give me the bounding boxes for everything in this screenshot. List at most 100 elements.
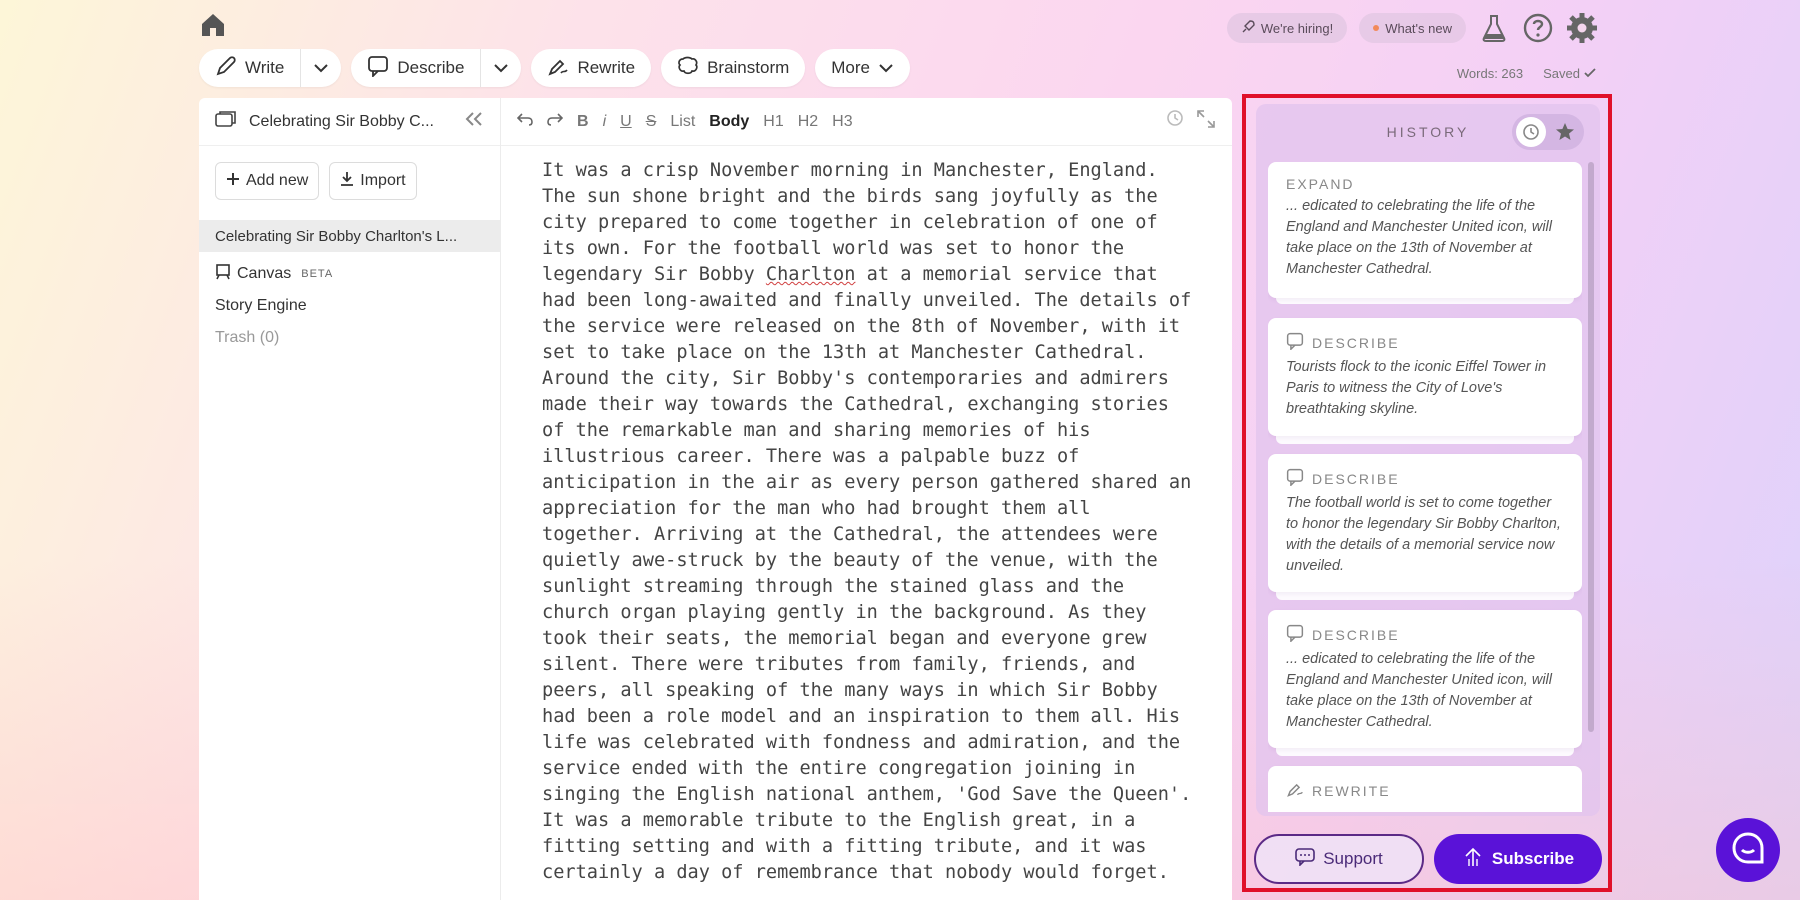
history-card-type-label: REWRITE <box>1312 783 1391 799</box>
support-label: Support <box>1323 849 1383 869</box>
home-icon[interactable] <box>199 12 227 38</box>
history-card[interactable]: DESCRIBE The football world is set to co… <box>1268 454 1582 592</box>
strikethrough-button[interactable]: S <box>646 113 657 131</box>
chat-bubble-icon <box>1731 831 1765 870</box>
history-panel: HISTORY EXPAND ... edicated to celebrati… <box>1256 104 1600 816</box>
rewrite-icon <box>1286 780 1304 801</box>
main-toolbar: Write Describe Rewrite Brainsto <box>199 49 910 87</box>
history-card[interactable]: DESCRIBE ... edicated to celebrating the… <box>1268 610 1582 748</box>
hiring-label: We're hiring! <box>1261 21 1333 36</box>
sidebar-item-story-engine[interactable]: Story Engine <box>199 290 500 322</box>
history-clock-icon[interactable] <box>1516 117 1546 147</box>
history-card-type-label: EXPAND <box>1286 176 1355 192</box>
expand-icon[interactable] <box>1196 109 1216 134</box>
history-card-type-label: DESCRIBE <box>1312 471 1400 487</box>
chevron-down-icon <box>313 58 329 78</box>
sidebar-actions: Add new Import <box>199 146 500 216</box>
rewrite-label: Rewrite <box>577 58 635 78</box>
history-card-type: DESCRIBE <box>1286 624 1564 645</box>
document-status: Words: 263 Saved <box>1457 66 1596 81</box>
more-label: More <box>831 58 870 78</box>
documents-sidebar: Celebrating Sir Bobby C... Add new Impor… <box>199 98 501 900</box>
canvas-icon <box>215 264 231 285</box>
history-card[interactable]: DESCRIBE Tourists flock to the iconic Ei… <box>1268 318 1582 436</box>
rewrite-icon <box>547 55 569 82</box>
speech-bubble-icon <box>367 55 389 82</box>
history-scrollbar[interactable] <box>1588 162 1594 732</box>
brainstorm-button[interactable]: Brainstorm <box>661 49 805 87</box>
speech-bubble-icon <box>1286 624 1304 645</box>
add-new-button[interactable]: Add new <box>215 162 319 200</box>
history-clock-icon[interactable] <box>1166 109 1184 134</box>
canvas-label: Canvas <box>237 265 291 283</box>
spellcheck-word[interactable]: Charlton <box>766 264 856 285</box>
list-button[interactable]: List <box>670 113 695 131</box>
chat-widget-button[interactable] <box>1716 818 1780 882</box>
h2-button[interactable]: H2 <box>798 113 818 131</box>
editor-text[interactable]: It was a crisp November morning in Manch… <box>542 158 1202 886</box>
top-right-bar: We're hiring! What's new <box>1227 12 1598 44</box>
saved-label: Saved <box>1543 66 1580 81</box>
history-card-type-label: DESCRIBE <box>1312 627 1400 643</box>
italic-button[interactable]: i <box>603 113 607 131</box>
import-button[interactable]: Import <box>329 162 416 200</box>
history-card-text: The football world is set to come togeth… <box>1286 493 1564 577</box>
undo-icon[interactable] <box>517 112 533 131</box>
underline-button[interactable]: U <box>620 113 632 131</box>
document-title[interactable]: Celebrating Sir Bobby C... <box>249 113 434 131</box>
hiring-pill[interactable]: We're hiring! <box>1227 13 1347 43</box>
write-dropdown-button[interactable] <box>300 49 341 87</box>
help-icon[interactable] <box>1522 12 1554 44</box>
whats-new-pill[interactable]: What's new <box>1359 13 1466 43</box>
history-card[interactable]: REWRITE <box>1268 766 1582 812</box>
sidebar-item-canvas[interactable]: Canvas BETA <box>199 258 500 290</box>
history-card-text: ... edicated to celebrating the life of … <box>1286 196 1564 280</box>
chat-icon <box>1295 848 1315 871</box>
chevron-down-icon <box>493 58 509 78</box>
check-icon <box>1584 66 1596 81</box>
chevron-down-icon <box>878 58 894 78</box>
history-card-type: EXPAND <box>1286 176 1564 192</box>
plus-icon <box>226 172 240 191</box>
folder-icon <box>215 110 237 133</box>
h1-button[interactable]: H1 <box>763 113 783 131</box>
beta-badge: BETA <box>301 268 333 280</box>
history-card-type: DESCRIBE <box>1286 332 1564 353</box>
collapse-sidebar-icon[interactable] <box>464 111 484 132</box>
describe-button[interactable]: Describe <box>351 49 480 87</box>
history-favorites-toggle[interactable] <box>1512 114 1584 150</box>
body-style-button[interactable]: Body <box>709 113 749 131</box>
history-card-text: Tourists flock to the iconic Eiffel Towe… <box>1286 357 1564 420</box>
arrow-up-icon <box>1462 846 1484 873</box>
history-list: EXPAND ... edicated to celebrating the l… <box>1268 162 1582 812</box>
brainstorm-label: Brainstorm <box>707 58 789 78</box>
format-toolbar: B i U S List Body H1 H2 H3 <box>501 98 1232 146</box>
redo-icon[interactable] <box>547 112 563 131</box>
rewrite-button[interactable]: Rewrite <box>531 49 651 87</box>
h3-button[interactable]: H3 <box>832 113 852 131</box>
bold-button[interactable]: B <box>577 113 589 131</box>
sidebar-header: Celebrating Sir Bobby C... <box>199 98 500 146</box>
history-card[interactable]: EXPAND ... edicated to celebrating the l… <box>1268 162 1582 298</box>
editor-tools <box>1166 109 1216 134</box>
write-button-group: Write <box>199 49 341 87</box>
sidebar-item-active-document[interactable]: Celebrating Sir Bobby Charlton's L... <box>199 220 500 252</box>
history-highlight-box: HISTORY EXPAND ... edicated to celebrati… <box>1242 94 1612 892</box>
pen-icon <box>215 55 237 82</box>
star-icon[interactable] <box>1550 117 1580 147</box>
support-button[interactable]: Support <box>1254 834 1424 884</box>
history-card-type-label: DESCRIBE <box>1312 335 1400 351</box>
brain-icon <box>677 56 699 81</box>
import-label: Import <box>360 172 405 190</box>
history-card-type: DESCRIBE <box>1286 468 1564 489</box>
write-button[interactable]: Write <box>199 49 300 87</box>
download-icon <box>340 171 354 192</box>
sidebar-item-trash[interactable]: Trash (0) <box>199 322 500 354</box>
rocket-icon <box>1241 20 1255 37</box>
subscribe-button[interactable]: Subscribe <box>1434 834 1602 884</box>
subscribe-label: Subscribe <box>1492 849 1574 869</box>
more-button[interactable]: More <box>815 49 910 87</box>
describe-dropdown-button[interactable] <box>480 49 521 87</box>
flask-icon[interactable] <box>1478 12 1510 44</box>
gear-icon[interactable] <box>1566 12 1598 44</box>
